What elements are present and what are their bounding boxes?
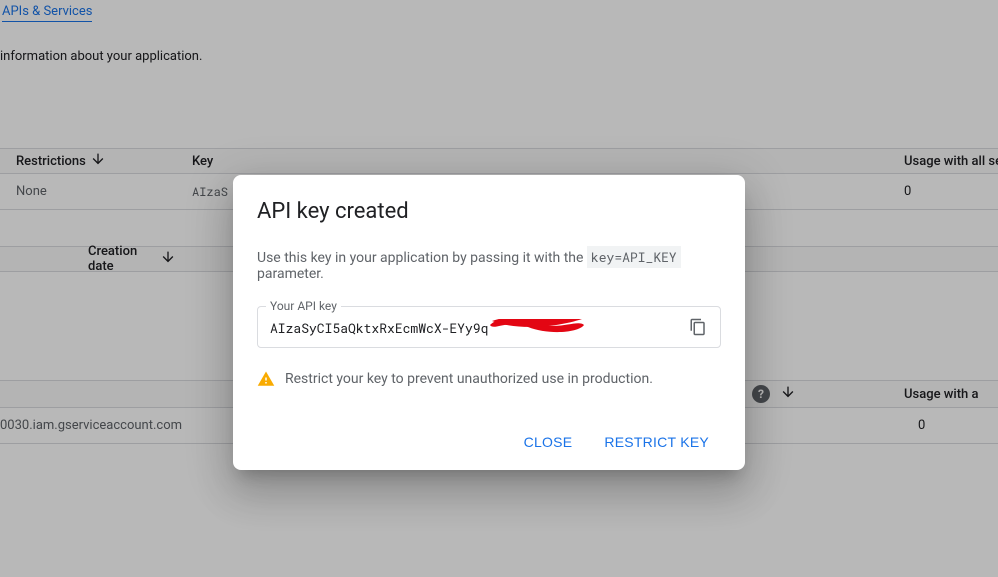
dialog-description: Use this key in your application by pass… <box>257 248 721 282</box>
api-key-created-dialog: API key created Use this key in your app… <box>233 175 745 470</box>
api-key-field: Your API key AIzaSyCI5aQktxRxEcmWcX-EYy9… <box>257 306 721 348</box>
dialog-title: API key created <box>257 199 721 224</box>
dialog-actions: CLOSE RESTRICT KEY <box>257 426 721 458</box>
api-key-value[interactable]: AIzaSyCI5aQktxRxEcmWcX-EYy9q <box>270 319 676 337</box>
close-button[interactable]: CLOSE <box>512 426 585 458</box>
desc-code: key=API_KEY <box>587 246 681 268</box>
warning-icon <box>257 370 275 388</box>
copy-icon <box>689 318 707 336</box>
desc-pre: Use this key in your application by pass… <box>257 250 587 266</box>
redaction-mark <box>488 319 586 335</box>
warning-message: Restrict your key to prevent unauthorize… <box>257 370 721 388</box>
copy-api-key-button[interactable] <box>684 313 712 341</box>
warning-text: Restrict your key to prevent unauthorize… <box>285 371 653 387</box>
api-key-text: AIzaSyCI5aQktxRxEcmWcX-EYy9q <box>270 319 488 337</box>
restrict-key-button[interactable]: RESTRICT KEY <box>592 426 721 458</box>
api-key-field-label: Your API key <box>266 299 341 313</box>
desc-post: parameter. <box>257 266 324 282</box>
